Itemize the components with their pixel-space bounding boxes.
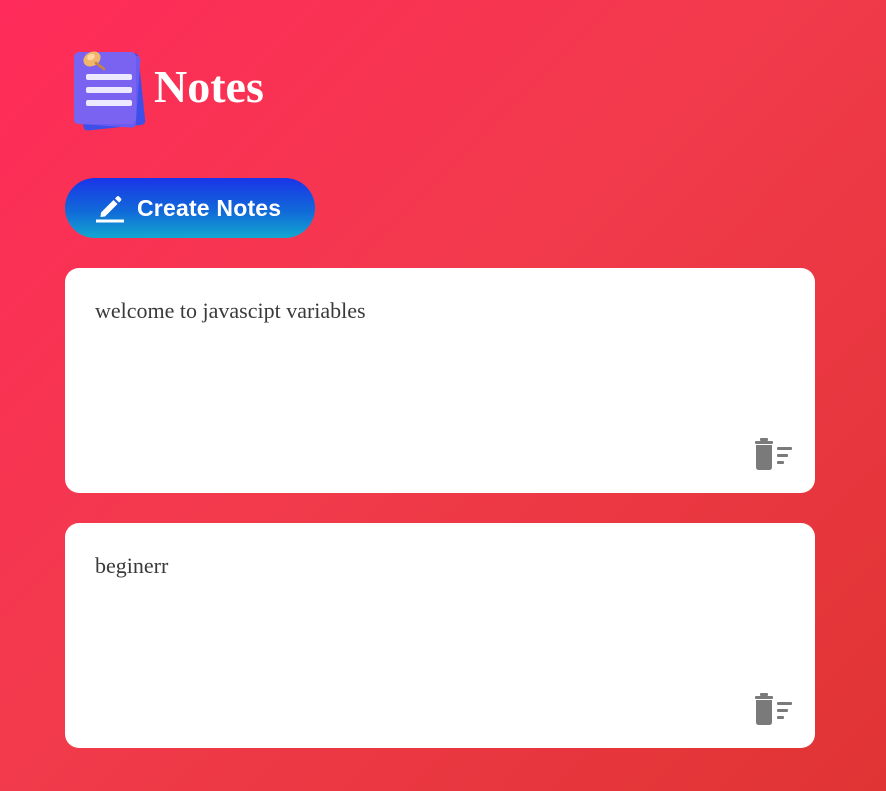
delete-note-button[interactable] [753,692,795,726]
app-title: Notes [154,61,264,112]
app-header: Notes [70,42,264,134]
create-notes-button[interactable]: Create Notes [65,178,315,238]
create-notes-label: Create Notes [137,194,282,221]
notes-list: welcome to javascipt variables beginerr [65,268,815,778]
delete-sweep-icon [755,693,792,725]
note-text[interactable]: welcome to javascipt variables [95,298,735,324]
note-text[interactable]: beginerr [95,553,735,579]
pencil-icon [96,196,124,223]
delete-note-button[interactable] [753,437,795,471]
note-card[interactable]: beginerr [65,523,815,748]
note-card[interactable]: welcome to javascipt variables [65,268,815,493]
notes-stack-icon [70,42,150,134]
delete-sweep-icon [755,438,792,470]
